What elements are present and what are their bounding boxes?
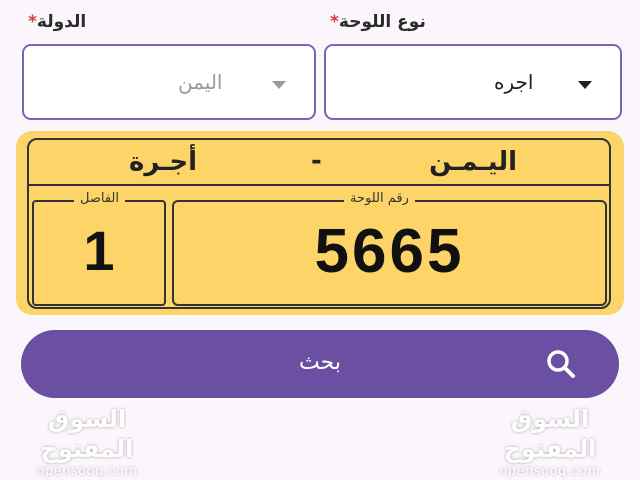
plate-type-select-value: اجره: [494, 70, 534, 94]
watermark-logo: السوق المفتوح opensooq.com: [470, 404, 630, 479]
watermark-latin: opensooq.com: [36, 464, 138, 479]
plate-type-select[interactable]: اجره: [324, 44, 622, 120]
plate-number-box[interactable]: رقم اللوحة 5665: [172, 191, 607, 306]
plate-divider-label: الفاصل: [74, 191, 125, 206]
search-icon: [547, 350, 575, 378]
country-label: الدولة*: [22, 12, 86, 32]
country-label-text: الدولة: [36, 12, 87, 32]
required-mark: *: [330, 12, 339, 32]
search-button-label: بحث: [299, 350, 341, 375]
plate-type-text: أجـرة: [129, 147, 198, 177]
plate-number-label: رقم اللوحة: [344, 191, 415, 206]
license-plate: اليـمـن - أجـرة الفاصل 1 رقم اللوحة 5665: [27, 138, 611, 309]
watermark-arabic: السوق المفتوح: [503, 405, 597, 463]
plate-divider-value: 1: [83, 219, 115, 282]
chevron-down-icon: [578, 81, 592, 89]
watermark-logo: السوق المفتوح opensooq.com: [12, 404, 162, 479]
search-button[interactable]: بحث: [21, 330, 619, 398]
plate-divider-box[interactable]: الفاصل 1: [32, 191, 166, 306]
plate-type-label-text: نوع اللوحة: [338, 12, 426, 32]
watermark-arabic: السوق المفتوح: [40, 405, 134, 463]
watermark-latin: opensooq.com: [499, 464, 601, 479]
chevron-down-icon: [272, 81, 286, 89]
plate-country: اليـمـن: [429, 147, 517, 177]
plate-type-label: نوع اللوحة*: [324, 12, 426, 32]
required-mark: *: [28, 12, 37, 32]
country-select[interactable]: اليمن: [22, 44, 316, 120]
plate-number-value: 5665: [314, 217, 465, 286]
country-select-value: اليمن: [178, 70, 223, 94]
plate-separator: -: [311, 146, 322, 176]
plate-header: اليـمـن - أجـرة: [29, 140, 609, 186]
